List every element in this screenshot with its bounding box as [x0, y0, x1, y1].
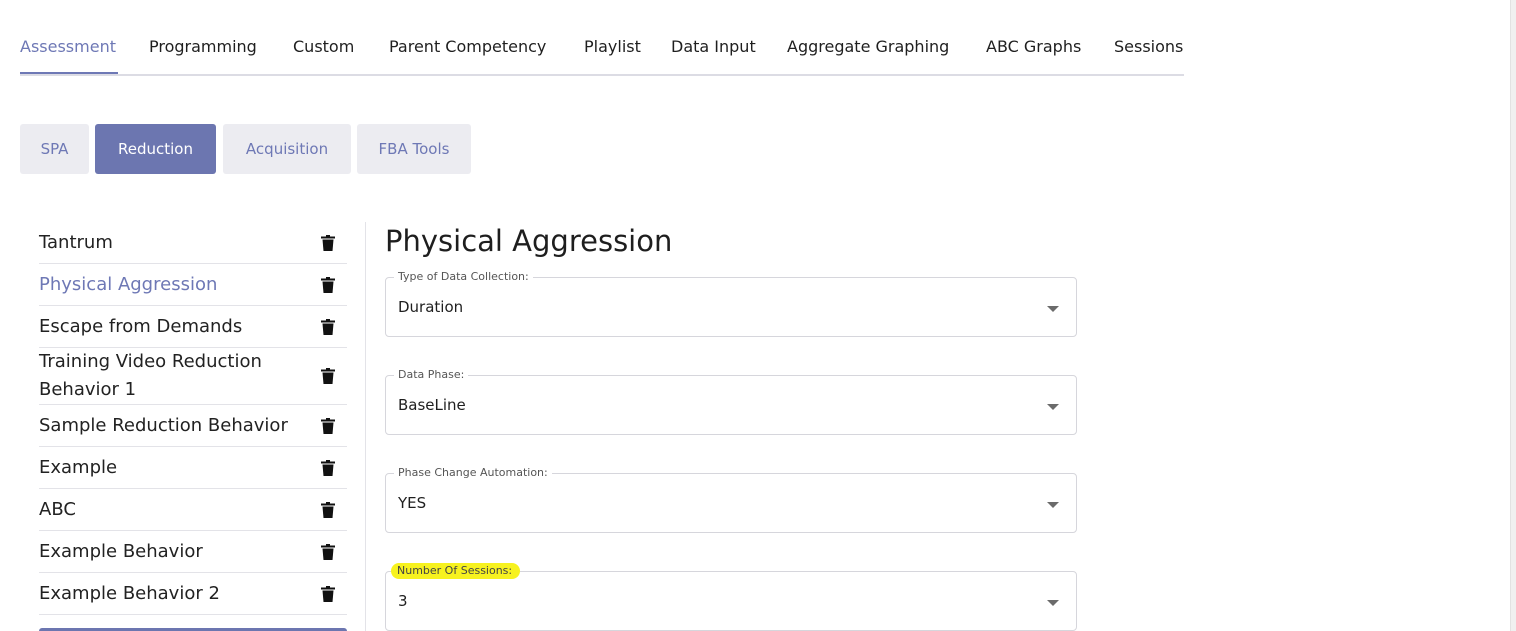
phase-change-automation-select[interactable]: Phase Change Automation: YES — [385, 465, 1077, 533]
behavior-label: Tantrum — [39, 232, 113, 253]
list-item[interactable]: Example — [39, 447, 347, 489]
chevron-down-icon[interactable] — [1047, 600, 1059, 606]
data-phase-select[interactable]: Data Phase: BaseLine — [385, 367, 1077, 435]
chevron-down-icon[interactable] — [1047, 502, 1059, 508]
list-item[interactable]: Tantrum — [39, 223, 347, 264]
field-value: BaseLine — [398, 396, 466, 414]
trash-icon[interactable] — [321, 459, 335, 476]
trash-icon[interactable] — [321, 318, 335, 335]
field-label: Type of Data Collection: — [394, 269, 533, 285]
behavior-label: Training Video Reduction Behavior 1 — [39, 351, 262, 400]
behavior-list: Tantrum Physical Aggression Escape from … — [39, 223, 347, 615]
tab-playlist[interactable]: Playlist — [584, 36, 641, 58]
trash-icon[interactable] — [321, 368, 335, 384]
list-item[interactable]: Example Behavior — [39, 531, 347, 573]
subtab-reduction[interactable]: Reduction — [95, 124, 216, 174]
list-item[interactable]: ABC — [39, 489, 347, 531]
trash-icon[interactable] — [321, 543, 335, 560]
behavior-label: Example Behavior — [39, 540, 203, 562]
list-item[interactable]: Training Video Reduction Behavior 1 — [39, 348, 347, 405]
field-label: Data Phase: — [394, 367, 469, 383]
tab-assessment[interactable]: Assessment — [20, 36, 116, 58]
tab-sessions[interactable]: Sessions — [1114, 36, 1183, 58]
trash-icon[interactable] — [321, 585, 335, 602]
field-value: YES — [398, 494, 427, 512]
chevron-down-icon[interactable] — [1047, 306, 1059, 312]
page-title: Physical Aggression — [385, 224, 673, 258]
field-value: Duration — [398, 298, 464, 316]
chevron-down-icon[interactable] — [1047, 404, 1059, 410]
behavior-label: Physical Aggression — [39, 273, 218, 295]
subtab-fba-tools[interactable]: FBA Tools — [357, 124, 471, 174]
subtab-spa[interactable]: SPA — [20, 124, 89, 174]
trash-icon[interactable] — [321, 276, 335, 293]
list-item[interactable]: Sample Reduction Behavior — [39, 405, 347, 447]
page: Assessment Programming Custom Parent Com… — [0, 0, 1516, 631]
active-tab-indicator — [20, 72, 118, 74]
panel-divider — [365, 222, 366, 631]
tab-abc-graphs[interactable]: ABC Graphs — [986, 36, 1081, 58]
trash-icon[interactable] — [321, 501, 335, 518]
number-of-sessions-select[interactable]: Number Of Sessions: 3 — [385, 563, 1077, 631]
behavior-label: Escape from Demands — [39, 315, 243, 337]
trash-icon[interactable] — [321, 235, 335, 251]
subtab-acquisition[interactable]: Acquisition — [223, 124, 351, 174]
tab-programming[interactable]: Programming — [149, 36, 257, 58]
tab-aggregate-graphing[interactable]: Aggregate Graphing — [787, 36, 949, 58]
behavior-label: Example — [39, 456, 118, 478]
trash-icon[interactable] — [321, 417, 335, 434]
behavior-label: Sample Reduction Behavior — [39, 414, 288, 436]
tab-data-input[interactable]: Data Input — [671, 36, 756, 58]
field-label: Phase Change Automation: — [394, 465, 552, 481]
top-nav: Assessment Programming Custom Parent Com… — [20, 0, 1184, 76]
behavior-label: ABC — [39, 498, 76, 520]
tab-parent-competency[interactable]: Parent Competency — [389, 36, 546, 58]
list-item[interactable]: Example Behavior 2 — [39, 573, 347, 615]
field-label: Number Of Sessions: — [391, 563, 521, 579]
list-item[interactable]: Escape from Demands — [39, 306, 347, 348]
vertical-scrollbar[interactable] — [1510, 0, 1516, 631]
data-collection-select[interactable]: Type of Data Collection: Duration — [385, 269, 1077, 337]
field-value: 3 — [398, 592, 408, 610]
tab-custom[interactable]: Custom — [293, 36, 354, 58]
behavior-label: Example Behavior 2 — [39, 582, 220, 604]
list-item[interactable]: Physical Aggression — [39, 264, 347, 306]
